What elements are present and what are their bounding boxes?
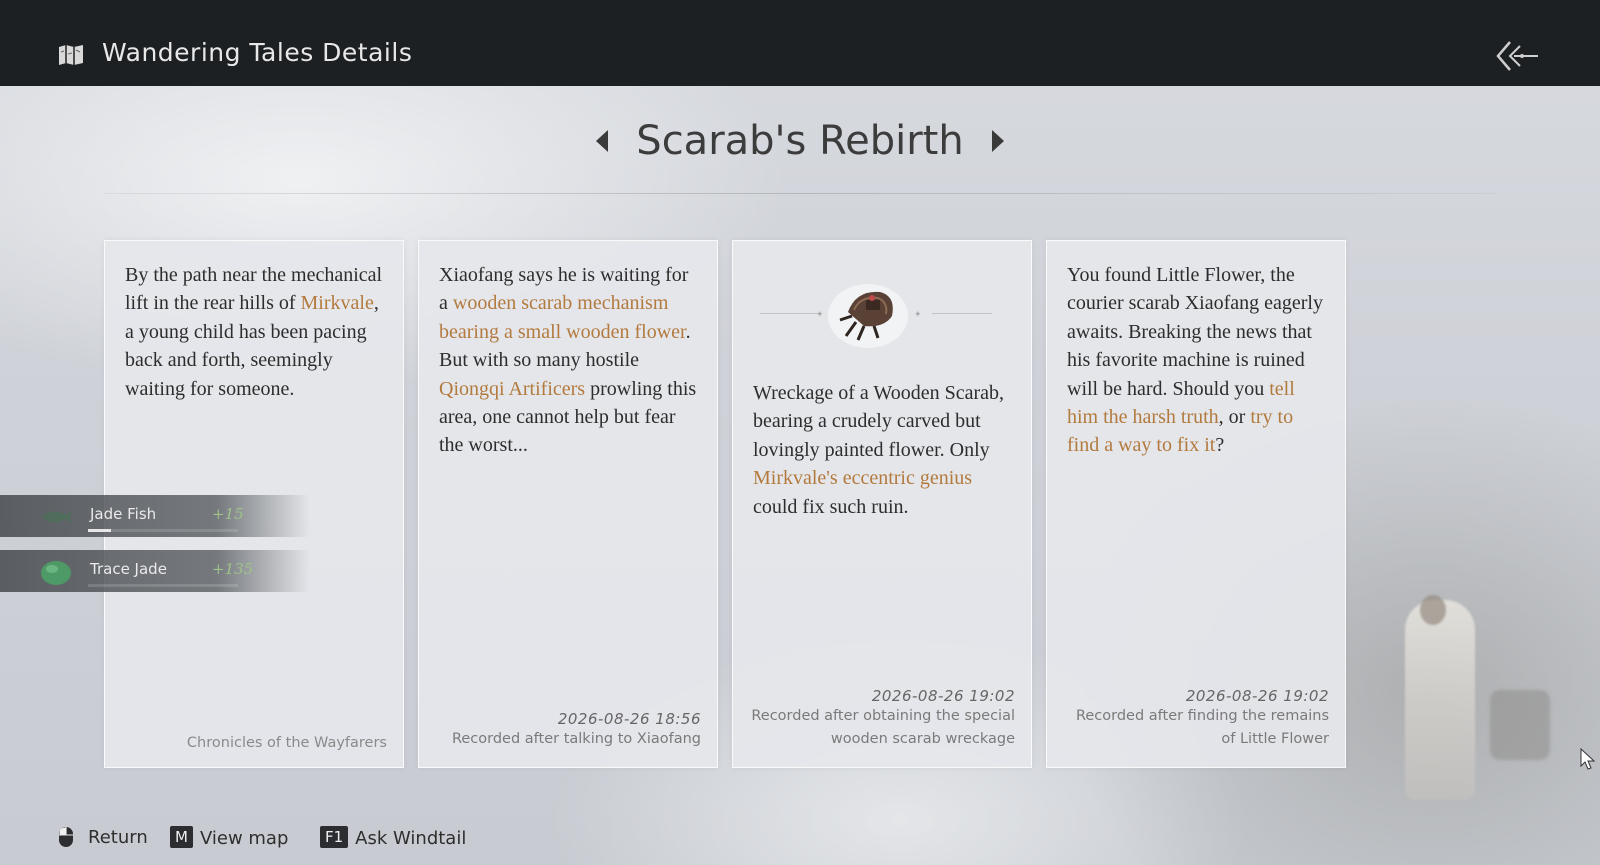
page-title: Wandering Tales Details — [102, 38, 413, 67]
diamond-icon: ✦ — [816, 309, 824, 319]
card-date: 2026-08-26 19:02 — [871, 687, 1015, 705]
card-meta: 2026-08-26 19:02 Recorded after finding … — [1059, 687, 1329, 751]
pickup-jade-fish: Jade Fish +15 — [0, 495, 310, 537]
pickup-trace-jade: Trace Jade +135 — [0, 550, 310, 592]
background-figure-head — [1420, 595, 1446, 625]
trace-jade-icon — [41, 561, 71, 585]
pickup-name: Jade Fish — [90, 505, 157, 523]
wooden-scarab-wreckage-icon — [828, 284, 908, 348]
item-line-left — [760, 313, 820, 314]
top-bar: Wandering Tales Details — [0, 0, 1600, 86]
pickup-amount: +135 — [212, 560, 254, 578]
hint-label: View map — [199, 828, 289, 849]
item-line-right — [932, 313, 992, 314]
double-chevron-back-icon[interactable] — [1496, 40, 1540, 72]
card-note: Recorded after talking to Xiaofang — [451, 731, 701, 747]
diamond-icon: ✦ — [914, 309, 922, 319]
triangle-right-icon[interactable] — [991, 130, 1004, 152]
pickup-progress — [88, 584, 238, 587]
card-date: 2026-08-26 19:02 — [1185, 687, 1329, 705]
background-figure — [1405, 600, 1475, 800]
jade-fish-icon — [42, 511, 72, 523]
hint-label: Return — [88, 827, 148, 848]
hint-label: Ask Windtail — [355, 828, 467, 849]
tale-card-4[interactable]: You found Little Flower, the courier sca… — [1046, 240, 1346, 768]
pickup-progress-fill — [88, 529, 111, 532]
mouse-cursor-icon — [1580, 748, 1596, 770]
card-note: Recorded after obtaining the special woo… — [751, 708, 1015, 747]
pickup-progress — [88, 529, 238, 532]
return-hint[interactable]: Return — [58, 826, 148, 848]
card-origin: Chronicles of the Wayfarers — [186, 735, 387, 751]
tale-card-2[interactable]: Xiaofang says he is waiting for a wooden… — [418, 240, 718, 768]
card-meta: 2026-08-26 19:02 Recorded after obtainin… — [745, 687, 1015, 751]
pickup-name: Trace Jade — [90, 560, 167, 578]
card-text: You found Little Flower, the courier sca… — [1067, 264, 1323, 457]
mouse-icon — [59, 827, 73, 847]
view-map-hint[interactable]: M View map — [170, 826, 288, 849]
card-text: By the path near the mechanical lift in … — [125, 264, 383, 400]
quest-header: Scarab's Rebirth — [0, 118, 1600, 164]
key-f1: F1 — [320, 826, 349, 848]
card-text: Xiaofang says he is waiting for a wooden… — [439, 264, 697, 457]
folded-map-icon — [59, 45, 83, 65]
quest-title: Scarab's Rebirth — [636, 118, 964, 164]
ask-windtail-hint[interactable]: F1 Ask Windtail — [320, 826, 466, 849]
pickup-amount: +15 — [212, 505, 244, 523]
item-display: ✦ ✦ — [736, 262, 998, 358]
background-barrel — [1490, 690, 1550, 760]
card-note: Recorded after finding the remains of Li… — [1075, 708, 1329, 747]
card-meta: 2026-08-26 18:56 Recorded after talking … — [431, 710, 701, 751]
key-m: M — [170, 826, 193, 848]
card-date: 2026-08-26 18:56 — [557, 710, 701, 728]
triangle-left-icon[interactable] — [596, 130, 609, 152]
card-text: Wreckage of a Wooden Scarab, bearing a c… — [753, 382, 1004, 518]
header-divider — [104, 193, 1496, 194]
